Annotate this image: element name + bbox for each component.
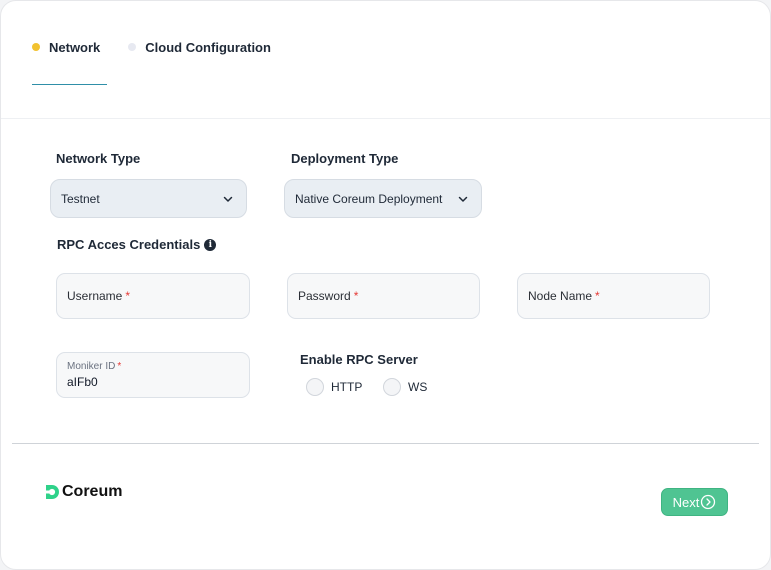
moniker-id-field[interactable]: Moniker ID * aIFb0 — [56, 352, 250, 398]
network-type-value: Testnet — [61, 191, 100, 206]
required-mark: * — [125, 289, 131, 303]
next-button[interactable]: Next — [661, 488, 728, 516]
network-config-card: Network Cloud Configuration Network Type… — [0, 0, 771, 570]
network-type-label: Network Type — [56, 151, 141, 166]
deployment-type-value: Native Coreum Deployment — [295, 191, 443, 206]
tab-network-label: Network — [49, 39, 101, 55]
footer-divider — [12, 443, 759, 444]
tab-cloud-configuration[interactable]: Cloud Configuration — [128, 37, 271, 57]
required-mark: * — [595, 289, 600, 303]
chevron-down-icon — [458, 196, 468, 202]
password-field[interactable]: Password * — [287, 273, 480, 319]
ws-radio-label: WS — [408, 380, 428, 394]
username-field[interactable]: Username * — [56, 273, 250, 319]
node-name-placeholder: Node Name — [528, 289, 593, 303]
info-icon[interactable]: i — [204, 238, 217, 251]
ws-radio[interactable] — [383, 378, 401, 396]
node-name-field[interactable]: Node Name * — [517, 273, 710, 319]
chevron-right-circle-icon — [701, 494, 716, 510]
http-radio[interactable] — [306, 378, 324, 396]
tab-cloud-configuration-label: Cloud Configuration — [145, 39, 271, 55]
coreum-logo-icon — [46, 485, 59, 499]
deployment-type-label: Deployment Type — [291, 151, 399, 166]
network-type-select[interactable]: Testnet — [50, 179, 247, 218]
active-tab-underline — [32, 84, 107, 85]
username-placeholder: Username — [67, 289, 123, 303]
rpc-credentials-title: RPC Acces Credentials — [57, 237, 201, 252]
password-placeholder: Password — [298, 289, 351, 303]
moniker-id-value: aIFb0 — [67, 375, 98, 389]
header-divider — [1, 118, 770, 119]
required-mark: * — [353, 289, 359, 303]
tab-network[interactable]: Network — [32, 37, 100, 57]
required-mark: * — [117, 361, 122, 372]
deployment-type-select[interactable]: Native Coreum Deployment — [284, 179, 482, 218]
moniker-id-label: Moniker ID * — [67, 361, 121, 372]
http-radio-label: HTTP — [331, 380, 363, 394]
http-radio-option[interactable]: HTTP — [306, 378, 362, 396]
next-button-label: Next — [672, 494, 700, 510]
active-step-dot — [32, 43, 40, 51]
rpc-credentials-heading: RPC Acces Credentials i — [57, 237, 217, 252]
chevron-down-icon — [223, 196, 233, 202]
moniker-id-label-text: Moniker ID — [67, 361, 116, 372]
brand-name: Coreum — [62, 483, 123, 500]
coreum-logo: Coreum — [45, 483, 122, 501]
step-tabs: Network Cloud Configuration — [32, 37, 271, 57]
ws-radio-option[interactable]: WS — [383, 378, 427, 396]
enable-rpc-server-title: Enable RPC Server — [300, 352, 418, 367]
inactive-step-dot — [128, 43, 137, 51]
